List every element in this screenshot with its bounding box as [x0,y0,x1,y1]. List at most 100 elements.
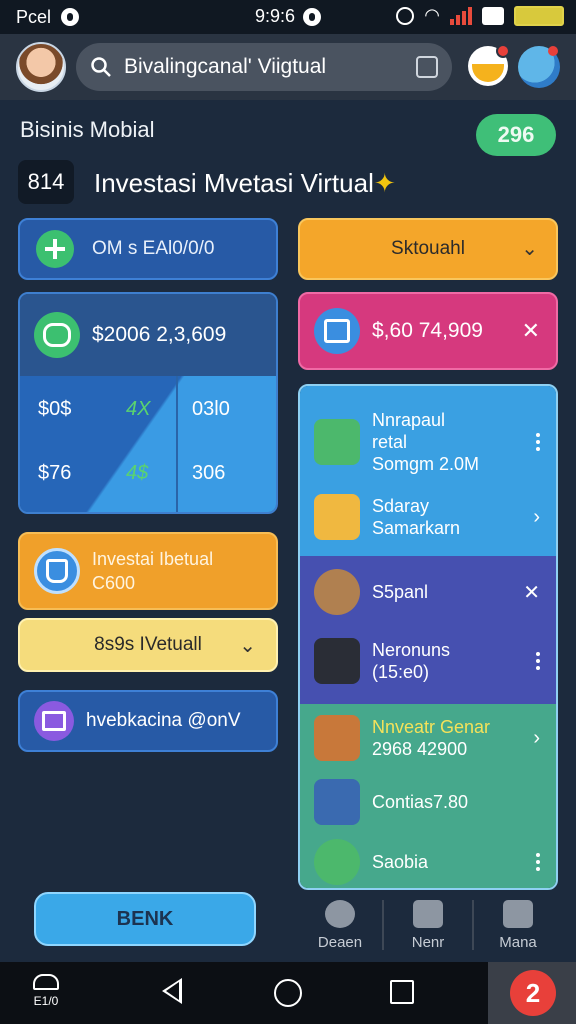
document-icon [314,419,360,465]
grid-cell: 4X [126,398,151,420]
search-icon [91,57,111,77]
count-badge[interactable]: 296 [476,114,556,156]
more-icon[interactable] [536,652,540,670]
chevron-right-icon[interactable]: › [533,727,540,750]
list-item-title: Nnveatr Genar [372,717,491,737]
virtual-dropdown[interactable]: 8s9s IVetuall ⌄ [18,618,278,672]
status-dropdown-label: Sktouahl [391,238,465,259]
grid-cell: $76 [38,462,72,484]
list-item-title: Saobia [372,852,429,872]
grid-cell: 03l0 [192,398,230,420]
pink-amount: $,60 74,909 [372,319,483,342]
status-dropdown[interactable]: Sktouahl ⌄ [298,218,558,280]
list-item[interactable]: Nnveatr Genar 2968 42900 › [300,706,556,770]
document-icon [413,900,443,928]
add-account-label: OM s EAl0/0/0 [92,238,215,259]
printer-icon [314,779,360,825]
tab-label: Mana [499,934,537,951]
list-item-title: Nnrapaul [372,410,446,430]
battery-icon [514,5,564,26]
tab-label: Deaen [317,934,363,951]
chat-icon [34,312,80,358]
shield-icon [34,548,80,594]
tab-divider [472,900,474,950]
more-icon[interactable] [536,853,540,871]
search-bar[interactable]: Bivalingcanal' Viigtual [76,43,452,91]
investment-value: C600 [92,573,136,593]
benk-button[interactable]: BENK [34,892,256,946]
calendar-icon[interactable] [416,56,438,78]
tab-deaen[interactable]: Deaen [300,900,380,954]
stats-grid [20,376,276,512]
app-header: Bivalingcanal' Viigtual [0,34,576,100]
basket-icon [503,900,533,928]
app-shortcut-icon[interactable]: 2 [510,970,556,1016]
list-item[interactable]: Neronuns (15:e0) [300,626,556,696]
list-item-sub: retal [372,432,408,452]
tab-label: Nenr [411,934,445,951]
back-icon[interactable] [162,978,182,1004]
list-item[interactable]: S5panl ✕ [300,562,556,622]
monitor-icon [34,701,74,741]
notification-icon [61,8,80,26]
cloud-icon [482,6,504,25]
cloud-icon[interactable]: E1/0 [26,974,66,1014]
grid-cell: $0$ [38,398,72,420]
pink-amount-card[interactable]: $,60 74,909 ✕ [298,292,558,370]
recents-icon[interactable] [390,980,414,1004]
close-icon[interactable]: ✕ [523,580,540,605]
list-item-sub: 2968 42900 [372,739,468,759]
number-box: 814 [18,160,74,204]
add-account-card[interactable]: OM s EAl0/0/0 [18,218,278,280]
tab-mana[interactable]: Mana [478,900,558,954]
more-icon[interactable] [536,433,540,451]
profile-globe-icon[interactable] [518,46,560,88]
game-icon [314,494,360,540]
list-item-title: Sdaray [372,496,430,516]
gear-icon [325,900,355,928]
chevron-down-icon: ⌄ [521,238,538,260]
grid-cell: 4$ [126,462,149,484]
system-nav-bar: E1/0 2 [0,962,576,1024]
sparkle-icon: ✦ [373,168,396,198]
signal-icon [450,6,472,25]
investment-card[interactable]: Investai Ibetual C600 [18,532,278,610]
cloud-label: E1/0 [33,994,59,1008]
calendar-icon [314,308,360,354]
status-bar: Pcel 9:9:6 ◠ [0,0,576,34]
virtual-dropdown-label: 8s9s IVetuall [94,634,202,655]
tab-nenr[interactable]: Nenr [388,900,468,954]
avatar[interactable] [16,42,66,92]
plus-icon [36,230,74,268]
list-item-sub: Somgm 2.0M [372,454,480,474]
chart-icon [314,715,360,761]
chevron-right-icon[interactable]: › [533,506,540,529]
grid-cell: 306 [192,462,226,484]
activity-list: Nnrapaul retal Somgm 2.0M Sdaray Samarka… [298,384,558,890]
clock-label: 9:9:6 [255,6,296,26]
home-icon[interactable] [274,979,302,1007]
list-item[interactable]: Saobia [300,832,556,888]
list-item[interactable]: Contias7.80 [300,772,556,832]
list-item-sub: (15:e0) [372,662,430,682]
tab-divider [382,900,384,950]
camera-icon [314,638,360,684]
chevron-down-icon: ⌄ [239,635,256,657]
section-subtitle: Bisinis Mobial [20,117,155,142]
list-item[interactable]: Sdaray Samarkarn › [300,484,556,550]
carrier-label: Pcel [16,6,52,27]
location-icon [396,6,415,25]
balance-card[interactable]: $2006 2,3,609 $0$ 4X 03l0 $76 4$ 306 [18,292,278,514]
list-item-title: S5panl [372,582,429,602]
gear-icon [314,569,360,615]
list-item-title: Contias7.80 [372,792,469,812]
grid-divider [176,376,178,512]
monitor-card[interactable]: hvebkacina @onV [18,690,278,752]
search-input[interactable]: Bivalingcanal' Viigtual [124,55,326,79]
notifications-icon[interactable] [468,44,510,86]
close-icon[interactable]: ✕ [522,318,540,344]
character-icon [314,839,360,885]
list-item[interactable]: Nnrapaul retal Somgm 2.0M [300,402,556,482]
monitor-label: hvebkacina @onV [86,710,241,731]
list-item-sub: Samarkarn [372,518,461,538]
